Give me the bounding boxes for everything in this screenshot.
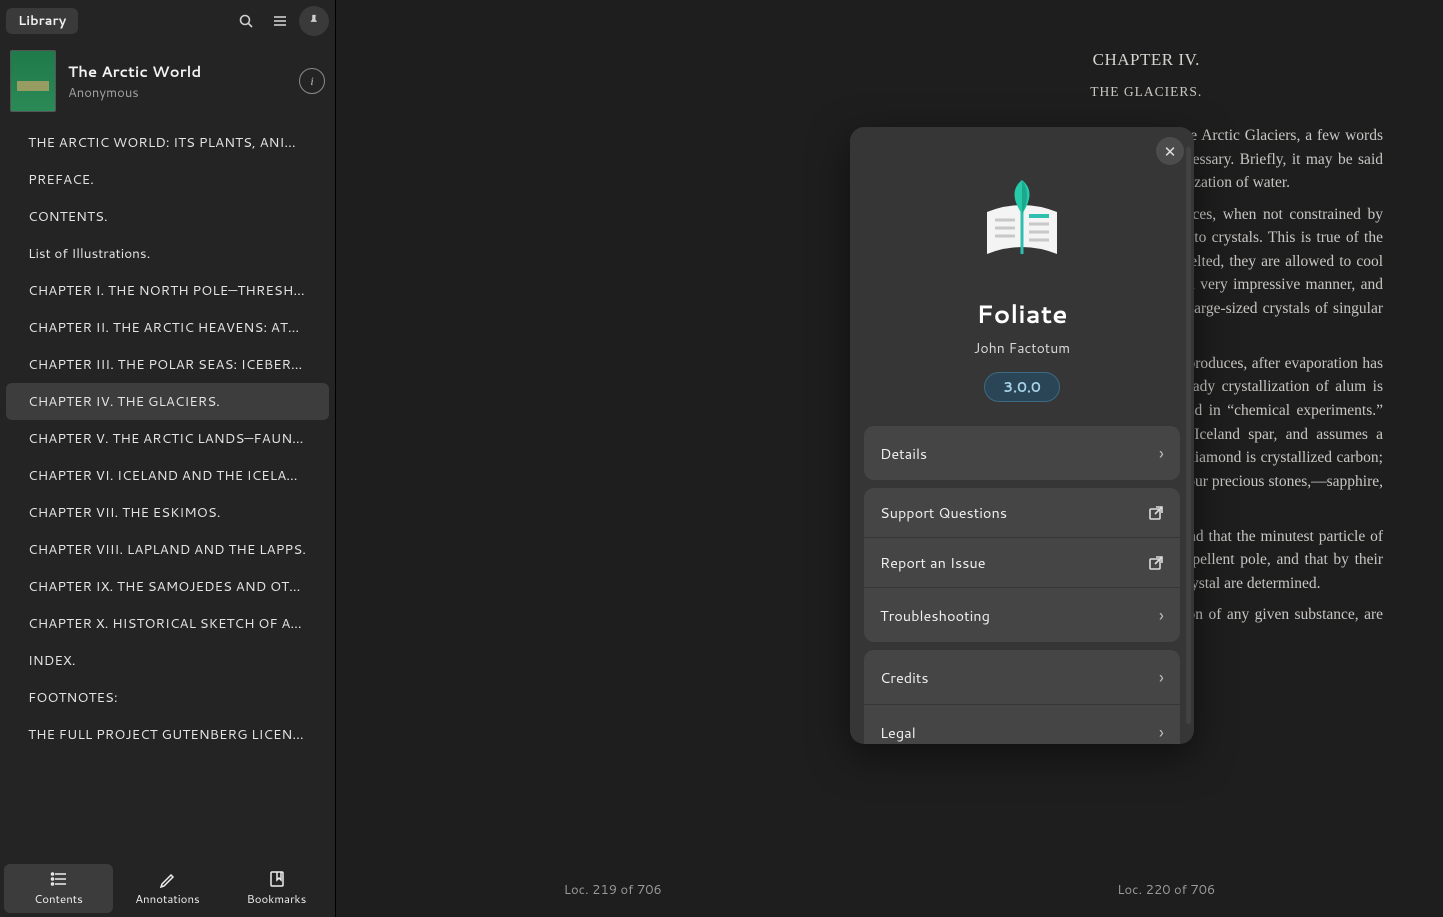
tab-label: Annotations <box>135 890 200 907</box>
external-link-icon <box>1148 555 1164 571</box>
tab-label: Bookmarks <box>247 890 307 907</box>
about-scroll[interactable]: Foliate John Factotum 3.0.0 Details › Su… <box>850 127 1194 744</box>
toc-item[interactable]: PREFACE. <box>6 161 329 198</box>
row-label: Details <box>880 443 927 464</box>
about-dialog: ✕ Foliate John Factotum <box>850 127 1194 744</box>
reader-area: CHAPTER IV. THE GLACIERS. As introductor… <box>336 0 1443 917</box>
tab-bookmarks[interactable]: Bookmarks <box>222 864 331 913</box>
pin-button[interactable] <box>299 6 329 36</box>
bookmark-icon <box>268 870 286 888</box>
about-report-row[interactable]: Report an Issue <box>864 537 1180 587</box>
toc-item[interactable]: CHAPTER VII. THE ESKIMOS. <box>6 494 329 531</box>
close-button[interactable]: ✕ <box>1156 137 1184 165</box>
sidebar: Library The Arctic World Anonymous i THE… <box>0 0 336 917</box>
about-legal-row[interactable]: Legal › <box>864 704 1180 744</box>
toc-item[interactable]: CHAPTER VI. ICELAND AND THE ICELANDERS. <box>6 457 329 494</box>
toc-item[interactable]: CHAPTER I. THE NORTH POLE—THRESHOLD … <box>6 272 329 309</box>
hamburger-icon <box>272 13 288 29</box>
about-support-row[interactable]: Support Questions <box>864 488 1180 537</box>
row-label: Troubleshooting <box>880 605 990 626</box>
toc-item[interactable]: THE ARCTIC WORLD: ITS PLANTS, ANIMALS, … <box>6 124 329 161</box>
toc-item[interactable]: CHAPTER X. HISTORICAL SKETCH OF ARCTIC … <box>6 605 329 642</box>
close-icon: ✕ <box>1164 141 1177 162</box>
tab-annotations[interactable]: Annotations <box>113 864 222 913</box>
row-label: Report an Issue <box>880 552 986 573</box>
toc-item[interactable]: CHAPTER VIII. LAPLAND AND THE LAPPS. <box>6 531 329 568</box>
app-logo <box>962 167 1082 287</box>
sidebar-top: Library <box>0 0 335 42</box>
list-icon <box>50 870 68 888</box>
external-link-icon <box>1148 505 1164 521</box>
library-button[interactable]: Library <box>6 8 78 34</box>
search-button[interactable] <box>231 6 261 36</box>
row-label: Legal <box>880 722 916 743</box>
book-title: The Arctic World <box>68 61 287 82</box>
app-developer: John Factotum <box>864 338 1180 358</box>
toc-item[interactable]: CHAPTER IX. THE SAMOJEDES AND OTHER T… <box>6 568 329 605</box>
sidebar-tabs: Contents Annotations Bookmarks <box>0 860 335 917</box>
toc-item[interactable]: THE FULL PROJECT GUTENBERG LICENSE <box>6 716 329 753</box>
toc-item[interactable]: CHAPTER V. THE ARCTIC LANDS—FAUNA—F… <box>6 420 329 457</box>
about-troubleshoot-row[interactable]: Troubleshooting › <box>864 587 1180 642</box>
menu-button[interactable] <box>265 6 295 36</box>
toc-item[interactable]: CHAPTER IV. THE GLACIERS. <box>6 383 329 420</box>
book-header: The Arctic World Anonymous i <box>0 42 335 122</box>
toc-item[interactable]: CHAPTER II. THE ARCTIC HEAVENS: ATMOSP… <box>6 309 329 346</box>
chevron-right-icon: › <box>1159 602 1164 628</box>
chevron-right-icon: › <box>1159 440 1164 466</box>
toc-item[interactable]: CONTENTS. <box>6 198 329 235</box>
toc-item[interactable]: INDEX. <box>6 642 329 679</box>
row-label: Support Questions <box>880 502 1007 523</box>
book-meta: The Arctic World Anonymous <box>68 61 287 102</box>
pin-icon <box>307 14 321 28</box>
table-of-contents[interactable]: THE ARCTIC WORLD: ITS PLANTS, ANIMALS, …… <box>0 122 335 860</box>
about-details-row[interactable]: Details › <box>864 426 1180 480</box>
tab-label: Contents <box>34 890 83 907</box>
book-cover <box>10 50 56 112</box>
page-left <box>336 0 890 917</box>
chevron-right-icon: › <box>1159 719 1164 744</box>
pencil-icon <box>159 870 177 888</box>
toc-item[interactable]: FOOTNOTES: <box>6 679 329 716</box>
app-name: Foliate <box>864 297 1180 332</box>
search-icon <box>238 13 254 29</box>
chapter-heading: CHAPTER IV. <box>910 50 1384 70</box>
chevron-right-icon: › <box>1159 664 1164 690</box>
book-author: Anonymous <box>68 84 287 102</box>
chapter-subheading: THE GLACIERS. <box>910 84 1384 100</box>
library-label: Library <box>18 12 66 30</box>
tab-contents[interactable]: Contents <box>4 864 113 913</box>
row-label: Credits <box>880 667 929 688</box>
about-credits-row[interactable]: Credits › <box>864 650 1180 704</box>
book-info-button[interactable]: i <box>299 68 325 94</box>
toc-item[interactable]: List of Illustrations. <box>6 235 329 272</box>
toc-item[interactable]: CHAPTER III. THE POLAR SEAS: ICEBERGS—I… <box>6 346 329 383</box>
app-version: 3.0.0 <box>984 372 1060 402</box>
